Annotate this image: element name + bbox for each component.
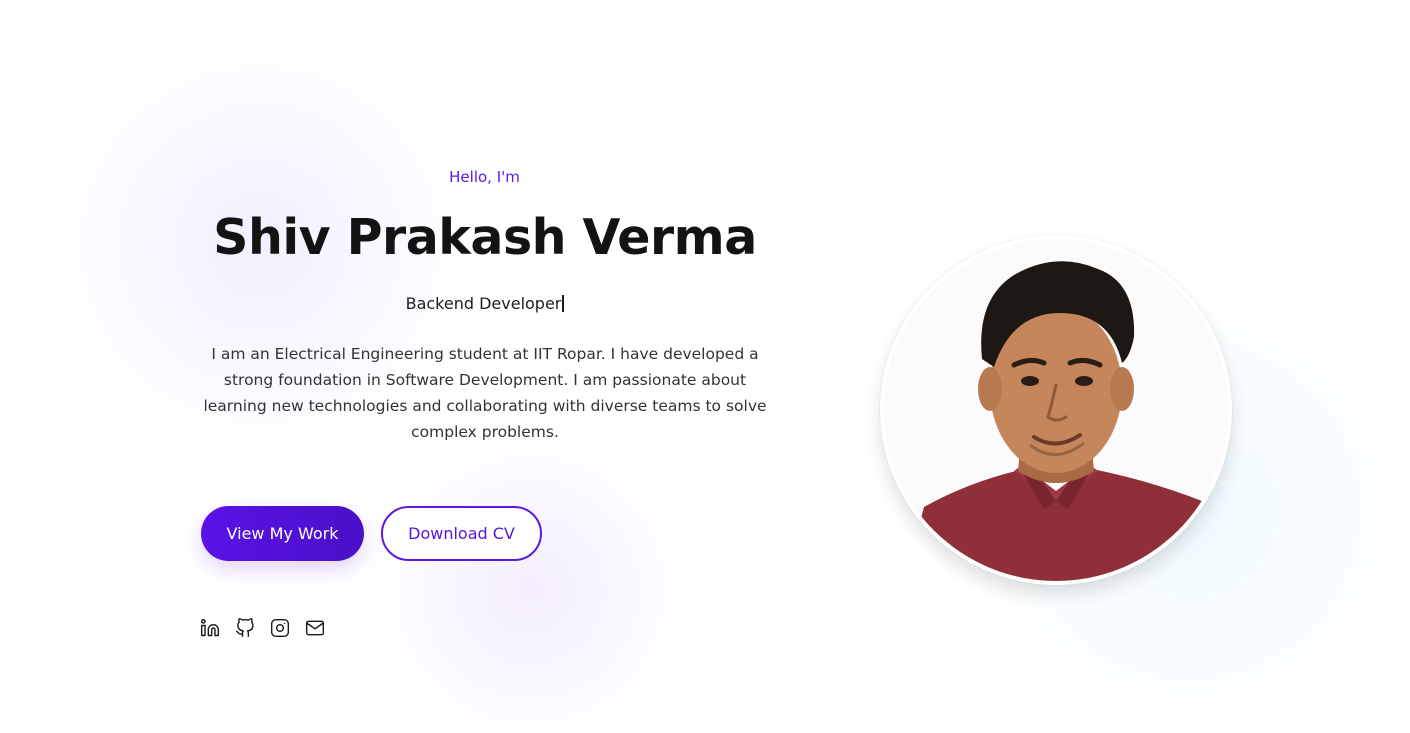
hero-text: Hello, I'm Shiv Prakash Verma Backend De… xyxy=(200,168,770,445)
download-cv-button[interactable]: Download CV xyxy=(381,506,542,561)
social-links xyxy=(200,618,325,638)
instagram-icon[interactable] xyxy=(270,618,290,638)
greeting-text: Hello, I'm xyxy=(449,168,520,186)
typing-caret xyxy=(562,295,565,312)
page-title: Shiv Prakash Verma xyxy=(213,209,757,266)
mail-icon[interactable] xyxy=(305,618,325,638)
github-icon[interactable] xyxy=(235,618,255,638)
view-my-work-button[interactable]: View My Work xyxy=(201,506,364,561)
avatar xyxy=(884,239,1228,581)
background-glow xyxy=(340,440,720,733)
hero-actions: View My Work Download CV xyxy=(201,506,542,561)
linkedin-icon[interactable] xyxy=(200,618,220,638)
role-text: Backend Developer xyxy=(200,294,770,313)
role-label: Backend Developer xyxy=(405,294,562,313)
portrait-illustration xyxy=(884,239,1228,581)
bio-text: I am an Electrical Engineering student a… xyxy=(203,345,767,441)
portfolio-hero-page: Hello, I'm Shiv Prakash Verma Backend De… xyxy=(0,0,1410,733)
profile-photo xyxy=(880,235,1232,585)
